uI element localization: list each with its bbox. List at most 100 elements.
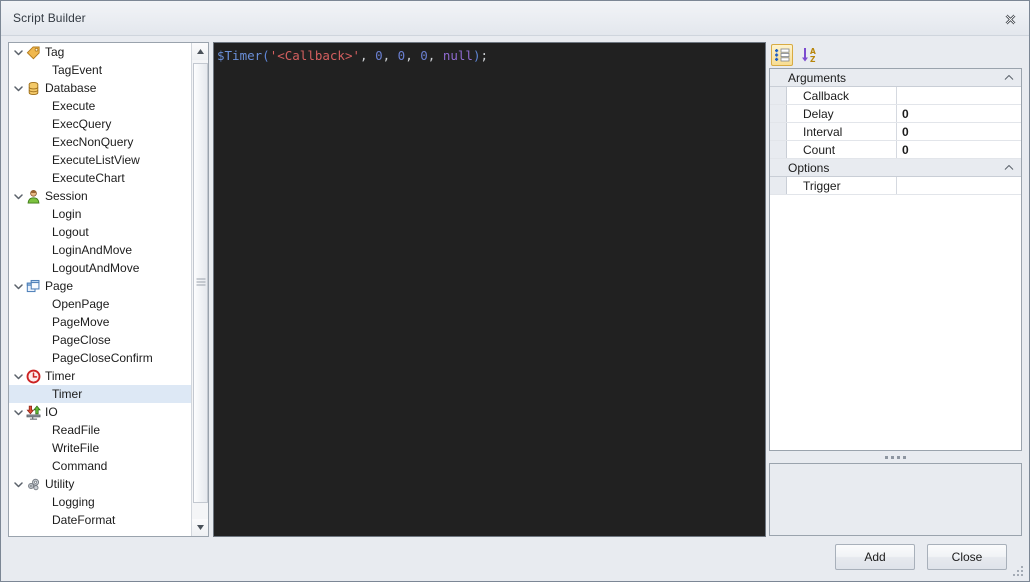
tree-item-execute[interactable]: Execute — [9, 97, 191, 115]
tree-item-logoutandmove[interactable]: LogoutAndMove — [9, 259, 191, 277]
property-row-gutter — [770, 177, 787, 194]
close-button[interactable]: Close — [927, 544, 1007, 570]
code-token: null — [442, 48, 473, 63]
tree-item-label: ExecuteChart — [52, 170, 125, 185]
property-row-gutter — [770, 123, 787, 140]
code-token: , — [427, 48, 443, 63]
tree-item-tagevent[interactable]: TagEvent — [9, 61, 191, 79]
code-token: 0 — [375, 48, 383, 63]
tree-item-loginandmove[interactable]: LoginAndMove — [9, 241, 191, 259]
timer-icon — [25, 368, 42, 384]
tree-item-label: PageClose — [52, 332, 111, 347]
property-category-options[interactable]: Options — [770, 159, 1021, 177]
chevron-down-icon[interactable] — [12, 46, 25, 59]
property-row-interval[interactable]: Interval 0 — [770, 123, 1021, 141]
property-category-arguments[interactable]: Arguments — [770, 69, 1021, 87]
title-bar: Script Builder — [1, 1, 1029, 36]
tree-item-label: IO — [45, 404, 58, 419]
property-row-delay[interactable]: Delay 0 — [770, 105, 1021, 123]
tree-group-page[interactable]: Page — [9, 277, 191, 295]
resize-grip-icon[interactable] — [1013, 566, 1025, 578]
script-category-tree[interactable]: Tag TagEvent Database Execute ExecQuery ExecN… — [8, 42, 209, 537]
tree-group-session[interactable]: Session — [9, 187, 191, 205]
scrollbar-grip-icon — [196, 278, 205, 288]
tree-item-label: TagEvent — [52, 62, 103, 77]
tree-scrollbar-thumb[interactable] — [193, 63, 208, 503]
tree-item-readfile[interactable]: ReadFile — [9, 421, 191, 439]
chevron-down-icon[interactable] — [12, 478, 25, 491]
tree-item-label: PageCloseConfirm — [52, 350, 153, 365]
chevron-down-icon[interactable] — [12, 370, 25, 383]
tree-group-io[interactable]: IO — [9, 403, 191, 421]
tree-item-label: Timer — [52, 386, 83, 401]
tree-item-writefile[interactable]: WriteFile — [9, 439, 191, 457]
property-value[interactable] — [897, 87, 1021, 104]
tree-group-timer[interactable]: Timer — [9, 367, 191, 385]
tree-item-label: LoginAndMove — [52, 242, 133, 257]
property-row-trigger[interactable]: Trigger — [770, 177, 1021, 195]
tree-item-execnonquery[interactable]: ExecNonQuery — [9, 133, 191, 151]
scroll-down-icon[interactable] — [192, 519, 208, 536]
tag-icon — [25, 44, 42, 60]
tree-item-label: Logging — [52, 494, 95, 509]
tree-item-openpage[interactable]: OpenPage — [9, 295, 191, 313]
chevron-down-icon[interactable] — [12, 280, 25, 293]
code-token: , — [405, 48, 421, 63]
tree-item-label: WriteFile — [52, 440, 100, 455]
tree-item-label: PageMove — [52, 314, 110, 329]
tree-item-logout[interactable]: Logout — [9, 223, 191, 241]
property-grid[interactable]: Arguments Callback Delay 0 Interval 0 Count 0 Op… — [769, 68, 1022, 451]
property-description-splitter[interactable] — [769, 451, 1022, 463]
dialog-footer: Add Close — [1, 537, 1029, 581]
tree-item-timer[interactable]: Timer — [9, 385, 191, 403]
tree-item-executechart[interactable]: ExecuteChart — [9, 169, 191, 187]
property-value[interactable]: 0 — [897, 123, 1021, 140]
tree-item-label: Command — [52, 458, 108, 473]
tree-item-pagemove[interactable]: PageMove — [9, 313, 191, 331]
tree-item-label: Login — [52, 206, 82, 221]
property-row-callback[interactable]: Callback — [770, 87, 1021, 105]
chevron-down-icon[interactable] — [12, 190, 25, 203]
property-value[interactable] — [897, 177, 1021, 194]
chevron-up-icon[interactable] — [1004, 73, 1014, 83]
tree-group-tag[interactable]: Tag — [9, 43, 191, 61]
chevron-up-icon[interactable] — [1004, 163, 1014, 173]
tree-item-login[interactable]: Login — [9, 205, 191, 223]
property-row-gutter — [770, 105, 787, 122]
tree-group-utility[interactable]: Utility — [9, 475, 191, 493]
property-value[interactable]: 0 — [897, 141, 1021, 158]
tree-item-label: Database — [45, 80, 97, 95]
scroll-up-icon[interactable] — [192, 43, 208, 60]
tree-item-pagecloseconfirm[interactable]: PageCloseConfirm — [9, 349, 191, 367]
svg-text:Z: Z — [810, 55, 816, 63]
code-token: $Timer — [217, 48, 263, 63]
tree-group-database[interactable]: Database — [9, 79, 191, 97]
chevron-down-icon[interactable] — [12, 406, 25, 419]
tree-item-pageclose[interactable]: PageClose — [9, 331, 191, 349]
tree-item-dateformat[interactable]: DateFormat — [9, 511, 191, 529]
property-row-gutter — [770, 87, 787, 104]
tree-item-command[interactable]: Command — [9, 457, 191, 475]
code-token: , — [360, 48, 376, 63]
tree-vertical-scrollbar[interactable] — [191, 43, 208, 536]
property-name: Count — [787, 141, 897, 158]
tree-item-execquery[interactable]: ExecQuery — [9, 115, 191, 133]
user-icon — [25, 188, 42, 204]
script-builder-dialog: Script Builder Tag TagEvent Database Execut… — [0, 0, 1030, 582]
chevron-down-icon[interactable] — [12, 82, 25, 95]
property-row-count[interactable]: Count 0 — [770, 141, 1021, 159]
code-line: $Timer('<Callback>', 0, 0, 0, null); — [217, 48, 765, 64]
alphabetical-sort-icon[interactable]: A Z — [798, 44, 820, 66]
property-category-label: Arguments — [788, 70, 847, 85]
tree-item-executelistview[interactable]: ExecuteListView — [9, 151, 191, 169]
tree-item-label: OpenPage — [52, 296, 110, 311]
property-grid-empty-area — [770, 195, 1021, 450]
close-icon[interactable] — [1000, 9, 1020, 29]
script-code-editor[interactable]: $Timer('<Callback>', 0, 0, 0, null); — [213, 42, 766, 537]
tree-item-label: ExecQuery — [52, 116, 112, 131]
add-button[interactable]: Add — [835, 544, 915, 570]
property-value[interactable]: 0 — [897, 105, 1021, 122]
code-token: '<Callback>' — [269, 48, 360, 63]
categorized-view-icon[interactable] — [771, 44, 793, 66]
tree-item-logging[interactable]: Logging — [9, 493, 191, 511]
